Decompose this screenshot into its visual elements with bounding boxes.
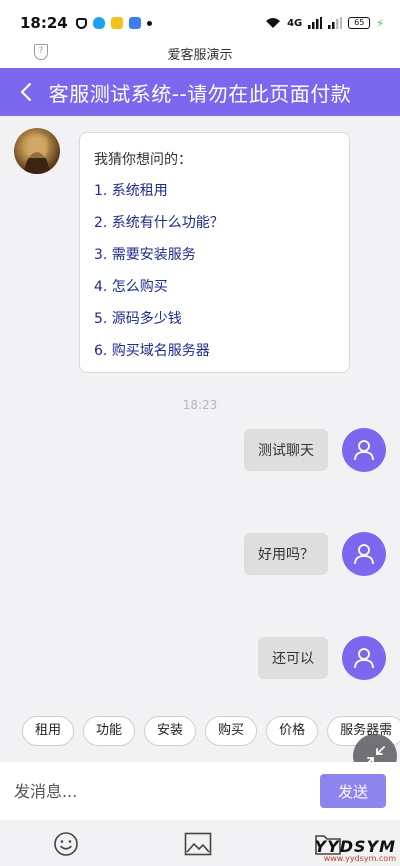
quick-reply-chip[interactable]: 安装 bbox=[144, 716, 197, 746]
chat-app-icon bbox=[128, 17, 141, 29]
signal-icon bbox=[308, 17, 323, 29]
bot-avatar bbox=[14, 128, 60, 174]
app-header-title: 爱客服演示 bbox=[167, 47, 233, 63]
user-icon bbox=[354, 544, 374, 565]
message-input[interactable] bbox=[14, 773, 320, 809]
quick-reply-chip[interactable]: 购买 bbox=[205, 716, 258, 746]
message-timestamp: 18:23 bbox=[182, 398, 218, 412]
bot-message-title: 我猜你想问的： bbox=[94, 152, 192, 168]
user-avatar bbox=[342, 428, 386, 472]
message-icon bbox=[110, 17, 123, 29]
user-message-bubble: 测试聊天 bbox=[244, 429, 328, 471]
back-button[interactable] bbox=[8, 68, 44, 116]
app-header: ? 爱客服演示 bbox=[0, 38, 400, 68]
signal-icon-2 bbox=[328, 17, 343, 29]
faq-item[interactable]: 4. 怎么购买 bbox=[94, 277, 335, 309]
network-label: 4G bbox=[287, 17, 303, 29]
charging-icon: ⚡ bbox=[376, 16, 384, 30]
user-icon bbox=[354, 648, 374, 669]
page-title: 客服测试系统--请勿在此页面付款 bbox=[48, 81, 352, 106]
chevron-left-icon bbox=[20, 82, 32, 102]
battery-icon: 65 bbox=[348, 17, 371, 29]
faq-item[interactable]: 6. 购买域名服务器 bbox=[94, 341, 335, 373]
user-icon bbox=[354, 440, 374, 461]
image-icon bbox=[184, 832, 212, 856]
watermark-sub: www.yydsym.com bbox=[323, 854, 396, 863]
status-right: 4G 65 ⚡ bbox=[265, 17, 384, 30]
emoji-button[interactable] bbox=[52, 830, 80, 858]
qq-icon bbox=[92, 17, 105, 29]
user-message-row: 测试聊天 bbox=[244, 428, 386, 472]
send-button[interactable]: 发送 bbox=[320, 774, 386, 808]
user-avatar bbox=[342, 532, 386, 576]
bot-message-bubble: 我猜你想问的： 1. 系统租用 2. 系统有什么功能？ 3. 需要安装服务 4.… bbox=[79, 132, 350, 373]
input-bar: 发送 bbox=[0, 762, 400, 820]
chat-area[interactable]: 我猜你想问的： 1. 系统租用 2. 系统有什么功能？ 3. 需要安装服务 4.… bbox=[0, 116, 400, 716]
quick-reply-chip[interactable]: 功能 bbox=[83, 716, 136, 746]
faq-item[interactable]: 1. 系统租用 bbox=[94, 181, 335, 213]
user-message-bubble: 好用吗？ bbox=[244, 533, 328, 575]
status-time: 18:24 bbox=[20, 14, 68, 32]
app-notification-icon bbox=[75, 17, 87, 29]
faq-item[interactable]: 2. 系统有什么功能？ bbox=[94, 213, 335, 245]
more-dot-icon bbox=[146, 20, 152, 26]
quick-reply-chip[interactable]: 租用 bbox=[22, 716, 75, 746]
quick-reply-chip[interactable]: 价格 bbox=[266, 716, 319, 746]
image-button[interactable] bbox=[184, 830, 212, 858]
user-message-row: 还可以 bbox=[258, 636, 386, 680]
nav-bar: 客服测试系统--请勿在此页面付款 bbox=[0, 68, 400, 116]
faq-item[interactable]: 5. 源码多少钱 bbox=[94, 309, 335, 341]
user-message-row: 好用吗？ bbox=[244, 532, 386, 576]
notification-icons bbox=[75, 17, 152, 29]
shield-icon[interactable]: ? bbox=[34, 44, 48, 60]
user-avatar bbox=[342, 636, 386, 680]
watermark-main: YYDSYM bbox=[314, 837, 396, 856]
emoji-icon bbox=[54, 832, 78, 856]
user-message-bubble: 还可以 bbox=[258, 637, 328, 679]
wifi-icon bbox=[266, 18, 281, 28]
watermark: YYDSYM www.yydsym.com bbox=[315, 839, 396, 863]
avatar-image bbox=[24, 134, 50, 174]
faq-item[interactable]: 3. 需要安装服务 bbox=[94, 245, 335, 277]
bottom-toolbar: YYDSYM www.yydsym.com bbox=[0, 820, 400, 866]
quick-reply-bar: 租用 功能 安装 购买 价格 服务器需 bbox=[22, 716, 400, 748]
